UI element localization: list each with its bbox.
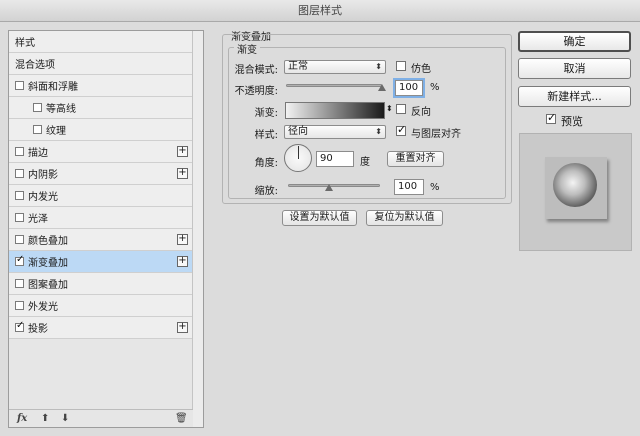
reverse-checkbox[interactable] xyxy=(396,104,406,114)
angle-unit: 度 xyxy=(360,157,370,168)
gradient-label: 渐变: xyxy=(254,108,278,119)
style-item[interactable]: 光泽 xyxy=(9,207,193,229)
add-icon[interactable]: + xyxy=(177,256,188,267)
add-icon[interactable]: + xyxy=(177,146,188,157)
dither-checkbox[interactable] xyxy=(396,61,406,71)
style-item-label: 颜色叠加 xyxy=(28,236,68,247)
style-value: 径向 xyxy=(288,126,308,137)
style-item-label: 光泽 xyxy=(28,214,48,225)
opacity-slider[interactable] xyxy=(286,84,382,87)
style-item-label: 内发光 xyxy=(28,192,58,203)
angle-dial-needle xyxy=(298,146,299,159)
style-select[interactable]: 径向 ⬍ xyxy=(284,125,386,139)
styles-list: 样式混合选项斜面和浮雕等高线纹理描边 + 内阴影 + 内发光光泽颜色叠加 + 渐变叠加 + 图案… xyxy=(8,30,204,428)
style-item[interactable]: 投影 + xyxy=(9,317,193,339)
scale-slider-thumb[interactable] xyxy=(325,184,334,191)
trash-icon[interactable]: 🗑 xyxy=(175,413,188,424)
preview-label: 预览 xyxy=(561,115,583,128)
scale-slider[interactable] xyxy=(288,184,380,187)
style-item-checkbox[interactable] xyxy=(33,125,42,134)
style-label: 样式: xyxy=(254,130,278,141)
style-item[interactable]: 等高线 xyxy=(9,97,193,119)
style-item-label: 等高线 xyxy=(46,104,76,115)
gradient-dropdown-icon[interactable]: ⬍ xyxy=(386,104,394,113)
style-item-label: 投影 xyxy=(28,324,48,335)
style-item[interactable]: 内阴影 + xyxy=(9,163,193,185)
style-item[interactable]: 描边 + xyxy=(9,141,193,163)
style-item-checkbox[interactable] xyxy=(15,147,24,156)
style-item-checkbox[interactable] xyxy=(15,320,24,332)
chevron-updown-icon: ⬍ xyxy=(375,62,382,71)
style-item-label: 样式 xyxy=(15,38,35,49)
new-style-button[interactable]: 新建样式... xyxy=(518,86,631,107)
style-item-checkbox[interactable] xyxy=(15,279,24,288)
style-item[interactable]: 纹理 xyxy=(9,119,193,141)
opacity-label: 不透明度: xyxy=(234,86,278,97)
style-item-checkbox[interactable] xyxy=(15,169,24,178)
cancel-button[interactable]: 取消 xyxy=(518,58,631,79)
add-icon[interactable]: + xyxy=(177,234,188,245)
angle-label: 角度: xyxy=(254,158,278,169)
style-item-checkbox[interactable] xyxy=(15,191,24,200)
style-item-label: 混合选项 xyxy=(15,60,55,71)
style-item-checkbox[interactable] xyxy=(33,103,42,112)
style-item-checkbox[interactable] xyxy=(15,254,24,266)
preview-checkbox[interactable] xyxy=(546,111,556,124)
style-item-checkbox[interactable] xyxy=(15,213,24,222)
reset-align-button[interactable]: 重置对齐 xyxy=(387,151,444,167)
style-item-label: 渐变叠加 xyxy=(28,258,68,269)
style-item[interactable]: 样式 xyxy=(9,31,193,53)
opacity-slider-thumb[interactable] xyxy=(378,84,386,91)
style-item-label: 斜面和浮雕 xyxy=(28,82,78,93)
fx-icon[interactable]: fx xyxy=(17,413,27,424)
blend-mode-label: 混合模式: xyxy=(234,65,278,76)
move-down-icon[interactable]: ⬇ xyxy=(61,413,69,424)
reverse-label: 反向 xyxy=(411,107,431,118)
style-item[interactable]: 图案叠加 xyxy=(9,273,193,295)
style-item[interactable]: 内发光 xyxy=(9,185,193,207)
style-item-label: 内阴影 xyxy=(28,170,58,181)
set-default-button[interactable]: 设置为默认值 xyxy=(282,210,357,226)
style-item-label: 纹理 xyxy=(46,126,66,137)
angle-input[interactable]: 90 xyxy=(316,151,354,167)
chevron-updown-icon: ⬍ xyxy=(375,127,382,136)
opacity-unit: % xyxy=(430,82,440,93)
blend-mode-select[interactable]: 正常 ⬍ xyxy=(284,60,386,74)
preview-swatch xyxy=(545,157,607,219)
dither-label: 仿色 xyxy=(411,64,431,75)
ok-button[interactable]: 确定 xyxy=(518,31,631,52)
style-item[interactable]: 颜色叠加 + xyxy=(9,229,193,251)
subsection-title: 渐变 xyxy=(234,41,260,56)
scale-label: 缩放: xyxy=(254,186,278,197)
opacity-input[interactable]: 100 xyxy=(393,78,425,98)
style-item[interactable]: 斜面和浮雕 xyxy=(9,75,193,97)
style-item-label: 描边 xyxy=(28,148,48,159)
style-preview xyxy=(519,133,632,251)
style-item[interactable]: 渐变叠加 + xyxy=(9,251,193,273)
styles-scrollbar[interactable] xyxy=(192,31,203,427)
styles-footer: fx ⬆ ⬇ 🗑 xyxy=(9,409,193,427)
add-icon[interactable]: + xyxy=(177,168,188,179)
angle-dial[interactable] xyxy=(284,144,312,172)
style-item[interactable]: 混合选项 xyxy=(9,53,193,75)
style-item-label: 外发光 xyxy=(28,302,58,313)
add-icon[interactable]: + xyxy=(177,322,188,333)
style-item-checkbox[interactable] xyxy=(15,235,24,244)
gradient-preview[interactable] xyxy=(285,102,385,119)
align-label: 与图层对齐 xyxy=(411,129,461,140)
style-item-checkbox[interactable] xyxy=(15,81,24,90)
scale-unit: % xyxy=(430,182,440,193)
style-item[interactable]: 外发光 xyxy=(9,295,193,317)
reset-default-button[interactable]: 复位为默认值 xyxy=(366,210,443,226)
move-up-icon[interactable]: ⬆ xyxy=(41,413,49,424)
align-checkbox[interactable] xyxy=(396,123,406,136)
preview-sphere xyxy=(553,163,597,207)
window-title: 图层样式 xyxy=(0,0,640,22)
style-item-label: 图案叠加 xyxy=(28,280,68,291)
scale-input[interactable]: 100 xyxy=(394,179,424,195)
style-item-checkbox[interactable] xyxy=(15,301,24,310)
blend-mode-value: 正常 xyxy=(288,61,308,72)
